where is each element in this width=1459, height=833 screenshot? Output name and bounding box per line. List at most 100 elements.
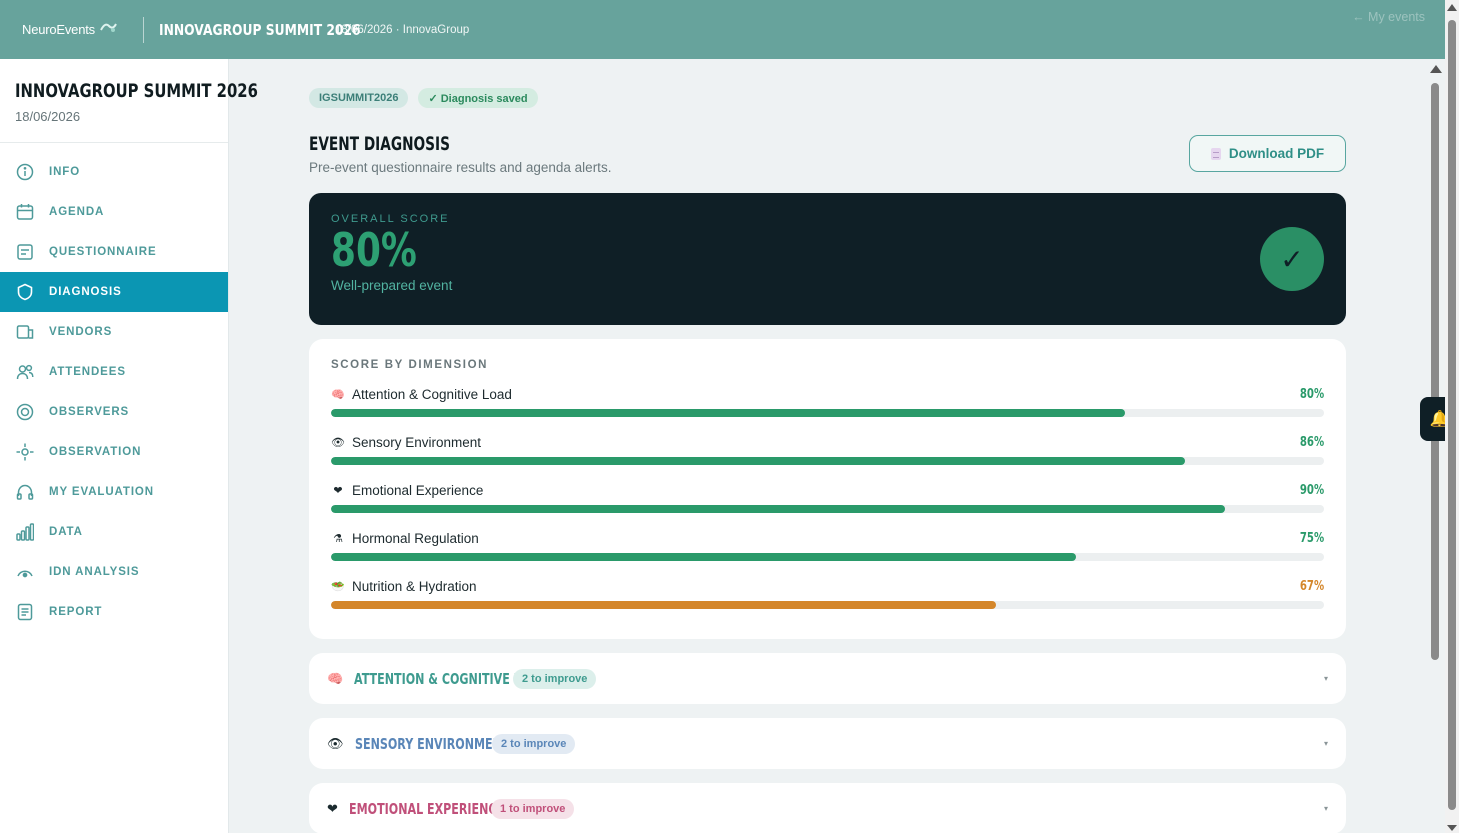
dimension-progress-fill	[331, 505, 1225, 513]
main-content: IGSUMMIT2026 ✓ Diagnosis saved EVENT DIA…	[309, 59, 1346, 833]
sidebar-item-diagnosis[interactable]: DIAGNOSIS	[0, 272, 228, 312]
tag-row: IGSUMMIT2026 ✓ Diagnosis saved	[309, 88, 1346, 108]
dimension-line: ❤ Emotional Experience 90%	[331, 481, 1324, 499]
topbar-divider	[143, 16, 144, 43]
scroll-down-icon[interactable]	[1447, 825, 1457, 831]
sidebar-item-observation[interactable]: OBSERVATION	[0, 432, 228, 472]
gauge-icon	[16, 563, 34, 581]
page-subtitle: Pre-event questionnaire results and agen…	[309, 160, 612, 175]
sidebar-event-date: 18/06/2026	[15, 109, 81, 124]
dimension-percent: 86%	[1299, 434, 1324, 450]
dimension-progress-fill	[331, 601, 997, 609]
dimension-name: 👁 Sensory Environment	[331, 435, 481, 450]
dimension-percent: 90%	[1299, 482, 1324, 498]
dimension-scores-heading: SCORE BY DIMENSION	[331, 359, 489, 371]
sidebar-item-vendors[interactable]: VENDORS	[0, 312, 228, 352]
dimension-scores-card: SCORE BY DIMENSION 🧠 Attention & Cognitiv…	[309, 339, 1346, 639]
sidebar-item-label: AGENDA	[49, 206, 105, 218]
dimension-progress-fill	[331, 553, 1076, 561]
users-icon	[16, 363, 34, 381]
dimension-emoji-icon: 🧠	[331, 388, 345, 401]
accordion-emoji-icon: 👁	[327, 735, 344, 751]
dimension-emoji-icon: ❤	[333, 484, 343, 497]
overall-score-card: OVERALL SCORE 80% Well-prepared event ✓	[309, 193, 1346, 325]
dimension-progress-fill	[331, 409, 1126, 417]
dimension-progress-bar	[331, 457, 1324, 465]
accordion-attention-cognitive-load[interactable]: 🧠 ATTENTION & COGNITIVE LOAD 2 to improve ▾	[309, 653, 1346, 704]
brand-name: NeuroEvents	[22, 22, 95, 37]
sidebar-item-questionnaire[interactable]: QUESTIONNAIRE	[0, 232, 228, 272]
scroll-up-icon[interactable]	[1430, 65, 1442, 73]
dimension-row: 👁 Sensory Environment 86%	[331, 433, 1324, 465]
sidebar-event-title: INNOVAGROUP SUMMIT 2026	[15, 80, 258, 102]
sidebar-item-label: DATA	[49, 526, 83, 538]
brand-logo-icon	[99, 20, 117, 39]
window-scrollbar[interactable]	[1445, 0, 1459, 833]
scroll-thumb[interactable]	[1431, 83, 1439, 660]
sidebar: INNOVAGROUP SUMMIT 2026 18/06/2026 INFO …	[0, 59, 258, 833]
dimension-name: 🥗 Nutrition & Hydration	[331, 579, 476, 594]
form-icon	[16, 243, 34, 261]
sidebar-item-data[interactable]: DATA	[0, 512, 228, 552]
accordion-emoji-icon: ❤	[327, 800, 338, 816]
brand[interactable]: NeuroEvents	[0, 0, 143, 59]
calendar-icon	[16, 203, 34, 221]
dimension-row: ⚗ Hormonal Regulation 75%	[331, 529, 1324, 561]
check-icon: ✓	[1260, 227, 1324, 291]
accordion-emotional-experience[interactable]: ❤ EMOTIONAL EXPERIENCE 1 to improve ▾	[309, 783, 1346, 833]
headphones-icon	[16, 483, 34, 501]
sidebar-item-label: INFO	[49, 166, 81, 178]
vendors-icon	[16, 323, 34, 341]
scroll-thumb[interactable]	[1448, 20, 1456, 810]
improve-count-badge: 1 to improve	[491, 798, 575, 819]
scroll-up-icon[interactable]	[1447, 4, 1457, 11]
chevron-down-icon[interactable]: ▾	[1324, 674, 1328, 683]
content-scrollbar[interactable]	[1427, 61, 1445, 833]
dimension-progress-bar	[331, 601, 1324, 609]
sidebar-item-my-evaluation[interactable]: MY EVALUATION	[0, 472, 228, 512]
page-header: EVENT DIAGNOSIS Pre-event questionnaire …	[309, 133, 1346, 175]
dimension-label: Emotional Experience	[352, 482, 484, 498]
event-code-badge: IGSUMMIT2026	[309, 88, 409, 108]
sidebar-item-label: OBSERVATION	[49, 446, 142, 458]
dimension-emoji-icon: 🥗	[331, 580, 345, 593]
dimension-label: Hormonal Regulation	[352, 530, 479, 546]
download-pdf-label: Download PDF	[1228, 146, 1325, 161]
dimension-row: ❤ Emotional Experience 90%	[331, 481, 1324, 513]
sidebar-item-info[interactable]: INFO	[0, 152, 228, 192]
chevron-down-icon[interactable]: ▾	[1324, 739, 1328, 748]
dimension-percent: 80%	[1299, 386, 1324, 402]
dimension-progress-fill	[331, 457, 1185, 465]
dimension-name: 🧠 Attention & Cognitive Load	[331, 387, 512, 402]
page-title: EVENT DIAGNOSIS	[309, 133, 450, 155]
sidebar-item-idn-analysis[interactable]: IDN ANALYSIS	[0, 552, 228, 592]
sidebar-item-label: DIAGNOSIS	[49, 286, 122, 298]
target-icon	[16, 403, 34, 421]
download-pdf-button[interactable]: Download PDF	[1189, 135, 1346, 172]
overall-score-label: OVERALL SCORE	[331, 213, 450, 225]
event-title: INNOVAGROUP SUMMIT 2026	[159, 20, 361, 39]
accordion-sensory-environment[interactable]: 👁 SENSORY ENVIRONMENT 2 to improve ▾	[309, 718, 1346, 769]
sidebar-item-attendees[interactable]: ATTENDEES	[0, 352, 228, 392]
dimension-line: 🥗 Nutrition & Hydration 67%	[331, 577, 1324, 595]
dimension-row: 🥗 Nutrition & Hydration 67%	[331, 577, 1324, 609]
sidebar-item-label: VENDORS	[49, 326, 113, 338]
dimension-progress-bar	[331, 553, 1324, 561]
diagnosis-saved-badge: ✓ Diagnosis saved	[418, 88, 538, 108]
my-events-link[interactable]: ← My events	[1352, 10, 1425, 24]
sidebar-item-report[interactable]: REPORT	[0, 592, 228, 632]
sidebar-item-observers[interactable]: OBSERVERS	[0, 392, 228, 432]
sidebar-item-agenda[interactable]: AGENDA	[0, 192, 228, 232]
overall-score-caption: Well-prepared event	[331, 278, 453, 293]
dimension-label: Attention & Cognitive Load	[352, 386, 512, 402]
top-bar: NeuroEvents INNOVAGROUP SUMMIT 2026 18/0…	[0, 0, 1445, 59]
sidebar-item-label: QUESTIONNAIRE	[49, 246, 157, 258]
dimension-list: 🧠 Attention & Cognitive Load 80% 👁 Sensory E…	[331, 385, 1324, 609]
crosshair-icon	[16, 443, 34, 461]
sidebar-item-label: IDN ANALYSIS	[49, 566, 140, 578]
pdf-icon	[1210, 147, 1221, 160]
chevron-down-icon[interactable]: ▾	[1324, 804, 1328, 813]
dimension-progress-bar	[331, 409, 1324, 417]
sidebar-nav: INFO AGENDA QUESTIONNAIRE DIAGNOSIS VEND…	[0, 143, 228, 632]
dimension-accordions: 🧠 ATTENTION & COGNITIVE LOAD 2 to improve ▾…	[309, 653, 1346, 833]
